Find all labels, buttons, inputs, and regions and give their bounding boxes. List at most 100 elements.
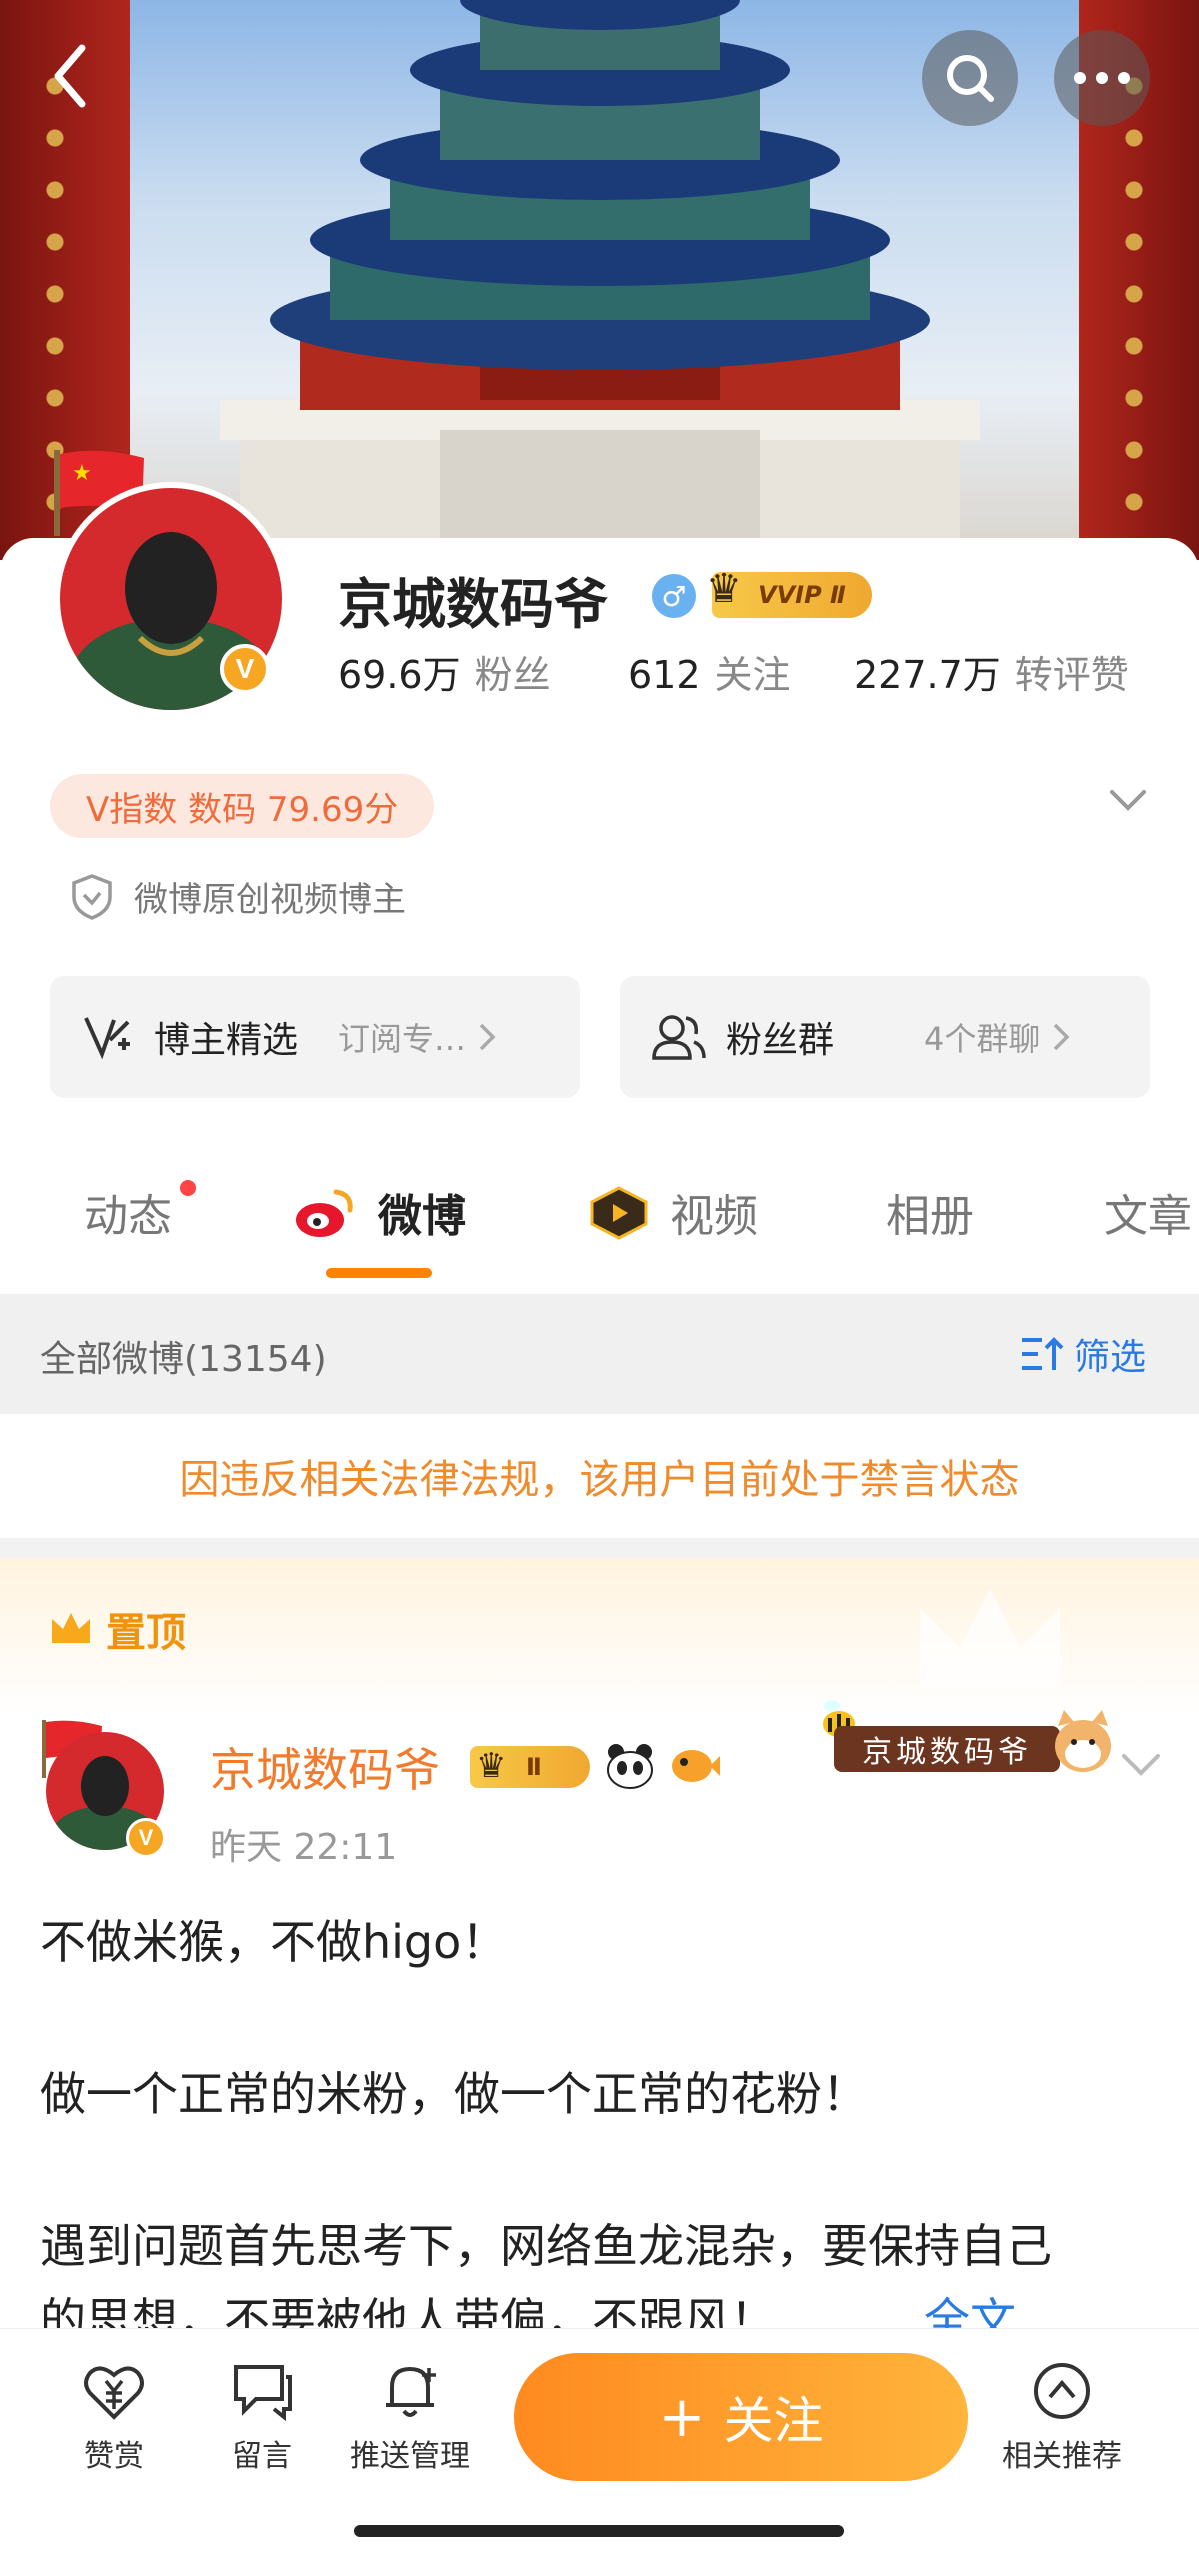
post-line-1: 不做米猴，不做higo！ — [40, 1915, 508, 1969]
tab-dynamic[interactable]: 动态 — [84, 1180, 196, 1244]
active-tab-indicator — [326, 1268, 432, 1278]
name-card-sticker: 京城数码爷 — [814, 1696, 1114, 1776]
verified-icon: V — [126, 1818, 166, 1858]
video-icon — [590, 1186, 648, 1240]
pinned-label: 置顶 — [48, 1600, 186, 1658]
reward-label: 赞赏 — [84, 2439, 144, 2474]
follow-button[interactable]: + 关注 — [514, 2353, 968, 2481]
tab-album[interactable]: 相册 — [886, 1180, 974, 1244]
chevron-down-icon — [1122, 1754, 1160, 1776]
temple-of-heaven-illustration — [220, 0, 980, 560]
sticker-text: 京城数码爷 — [834, 1726, 1060, 1772]
search-button[interactable] — [922, 30, 1018, 126]
post-menu-button[interactable] — [1120, 1752, 1162, 1782]
expand-profile-button[interactable] — [1108, 788, 1148, 816]
back-icon — [54, 44, 86, 108]
tab-album-label: 相册 — [886, 1191, 974, 1242]
panda-emoji-icon — [604, 1742, 656, 1790]
post-line-3: 遇到问题首先思考下，网络鱼龙混杂，要保持自己 — [40, 2219, 1052, 2273]
crown-icon — [52, 1613, 90, 1643]
pinned-text: 置顶 — [106, 1610, 186, 1656]
plus-icon: + — [658, 2384, 706, 2450]
featured-sub: 订阅专… — [338, 1020, 467, 1058]
message-button[interactable]: 留言 — [192, 2361, 332, 2475]
followers-stat[interactable]: 69.6万 粉丝 — [338, 644, 551, 699]
chevron-down-icon — [1110, 790, 1146, 811]
post-time: 昨天 22:11 — [210, 1827, 398, 1868]
profile-name: 京城数码爷 — [338, 573, 608, 636]
chevron-right-icon — [1054, 1023, 1070, 1051]
pinned-header: 置顶 — [0, 1558, 1199, 1718]
comment-icon — [234, 2365, 292, 2421]
interactions-stat[interactable]: 227.7万 转评赞 — [854, 644, 1129, 699]
interactions-label: 转评赞 — [1014, 653, 1129, 697]
more-button[interactable] — [1054, 30, 1150, 126]
filter-button[interactable]: 筛选 — [1020, 1328, 1146, 1380]
followers-count: 69.6万 — [338, 653, 461, 697]
post-author-label: 京城数码爷 — [210, 1743, 440, 1797]
crown-watermark-icon — [920, 1588, 1060, 1688]
post-author-avatar[interactable]: V — [40, 1718, 170, 1858]
related-button[interactable]: 相关推荐 — [992, 2361, 1132, 2475]
tab-video[interactable]: 视频 — [586, 1180, 758, 1244]
push-settings-button[interactable]: 推送管理 — [340, 2361, 480, 2475]
featured-entry[interactable]: 博主精选 订阅专… — [50, 976, 580, 1098]
reward-button[interactable]: 赞赏 — [44, 2361, 184, 2475]
related-label: 相关推荐 — [1002, 2439, 1122, 2474]
tab-article-label: 文章 — [1104, 1191, 1192, 1242]
svg-text:★: ★ — [72, 461, 92, 486]
filter-bar: 全部微博(13154) 筛选 — [0, 1294, 1199, 1414]
filter-label: 筛选 — [1074, 1337, 1147, 1378]
following-stat[interactable]: 612 关注 — [628, 644, 791, 699]
vvip-label: VVIP Ⅱ — [758, 581, 846, 609]
fan-group-entry[interactable]: 粉丝群 4个群聊 — [620, 976, 1150, 1098]
following-label: 关注 — [714, 653, 791, 697]
shield-icon — [72, 873, 112, 920]
home-indicator — [354, 2525, 844, 2537]
fan-group-title: 粉丝群 — [726, 1020, 835, 1061]
post-line-2: 做一个正常的米粉，做一个正常的花粉！ — [40, 2067, 868, 2121]
featured-title: 博主精选 — [154, 1020, 299, 1061]
search-icon — [947, 55, 994, 102]
following-count: 612 — [628, 653, 701, 697]
tab-weibo-label: 微博 — [378, 1191, 466, 1242]
bell-icon — [386, 2366, 436, 2417]
follow-label: 关注 — [723, 2392, 824, 2450]
section-divider — [0, 1538, 1199, 1558]
ban-notice: 因违反相关法律法规，该用户目前处于禁言状态 — [0, 1414, 1199, 1538]
creator-tag: 微博原创视频博主 — [70, 872, 406, 921]
message-label: 留言 — [232, 2439, 292, 2474]
weibo-logo-icon — [296, 1189, 353, 1237]
crown-icon: ♛ — [706, 566, 742, 612]
profile-tabs: 动态 微博 视频 相册 文章 — [0, 1160, 1199, 1280]
filter-icon — [1022, 1337, 1064, 1370]
chevron-right-icon — [479, 1023, 496, 1051]
gender-male-icon: ♂ — [652, 574, 696, 618]
tab-weibo[interactable]: 微博 — [292, 1180, 466, 1244]
profile-avatar[interactable]: ★ V — [50, 446, 290, 726]
unread-dot — [180, 1180, 196, 1196]
shiba-dog-icon — [1055, 1710, 1111, 1772]
more-icon — [1074, 72, 1130, 84]
weibo-count: 全部微博(13154) — [40, 1339, 327, 1380]
post-vip-badge: ♛ Ⅱ — [470, 1746, 590, 1788]
push-settings-label: 推送管理 — [350, 2439, 470, 2474]
back-button[interactable] — [40, 36, 100, 116]
edit-icon — [84, 1017, 130, 1060]
interactions-count: 227.7万 — [854, 653, 1001, 697]
tab-article[interactable]: 文章 — [1104, 1180, 1192, 1244]
followers-label: 粉丝 — [474, 653, 551, 697]
related-icon — [1034, 2363, 1090, 2419]
post-author-name[interactable]: 京城数码爷 — [210, 1734, 440, 1800]
bottom-action-bar: 赞赏 留言 推送管理 + 关注 相关推荐 — [0, 2328, 1199, 2559]
post-vip-label: Ⅱ — [526, 1753, 542, 1781]
group-icon — [652, 1015, 706, 1060]
vvip-badge[interactable]: ♛ VVIP Ⅱ — [706, 566, 872, 618]
verified-icon: V — [220, 644, 270, 694]
reward-icon — [84, 2366, 144, 2420]
crown-icon: ♛ — [476, 1746, 507, 1786]
fish-emoji-icon — [664, 1744, 720, 1788]
fan-group-sub: 4个群聊 — [924, 1020, 1041, 1058]
tab-video-label: 视频 — [670, 1191, 758, 1242]
v-index-badge[interactable]: V指数 数码 79.69分 — [50, 774, 435, 838]
